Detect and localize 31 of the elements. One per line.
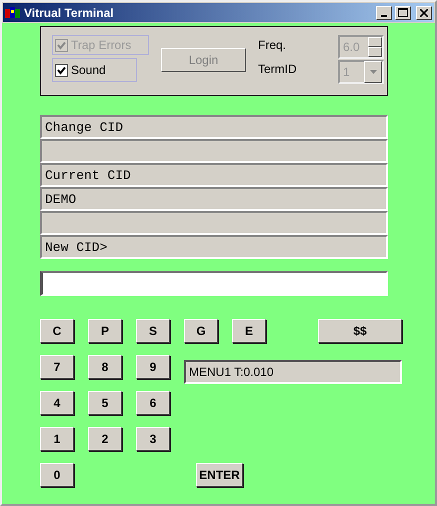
keypad-button[interactable]: C <box>40 319 74 343</box>
minimize-button[interactable] <box>376 6 392 20</box>
termid-label: TermID <box>258 62 298 76</box>
enter-button[interactable]: ENTER <box>196 463 243 487</box>
keypad-button[interactable]: 8 <box>88 355 122 379</box>
checkbox[interactable] <box>55 64 68 76</box>
keypad-button[interactable]: 6 <box>136 391 170 415</box>
keypad-button[interactable]: E <box>232 319 266 343</box>
input-field[interactable] <box>40 271 388 296</box>
keypad-button[interactable]: 7 <box>40 355 74 379</box>
keypad-button[interactable]: 2 <box>88 427 122 451</box>
status-field: MENU1 T:0.010 <box>184 360 402 384</box>
keypad-button[interactable]: 3 <box>136 427 170 451</box>
minimize-icon <box>381 14 387 16</box>
keypad-button[interactable]: 1 <box>40 427 74 451</box>
close-icon <box>420 8 428 16</box>
keypad-button[interactable]: $$ <box>318 319 402 343</box>
keypad-button[interactable]: S <box>136 319 170 343</box>
caret-icon <box>370 70 376 74</box>
freq-label: Freq. <box>258 38 288 52</box>
keypad-button[interactable]: 0 <box>40 463 74 487</box>
maximize-button[interactable] <box>395 6 411 20</box>
maximize-icon <box>398 8 408 17</box>
keypad-button[interactable]: 4 <box>40 391 74 415</box>
keypad-button[interactable]: P <box>88 319 122 343</box>
keypad-button[interactable]: 9 <box>136 355 170 379</box>
keypad-button[interactable]: 5 <box>88 391 122 415</box>
app-icon <box>5 6 21 20</box>
window-title: Vitrual Terminal <box>24 6 115 20</box>
keypad-button[interactable]: G <box>184 319 218 343</box>
close-button[interactable] <box>416 6 432 20</box>
